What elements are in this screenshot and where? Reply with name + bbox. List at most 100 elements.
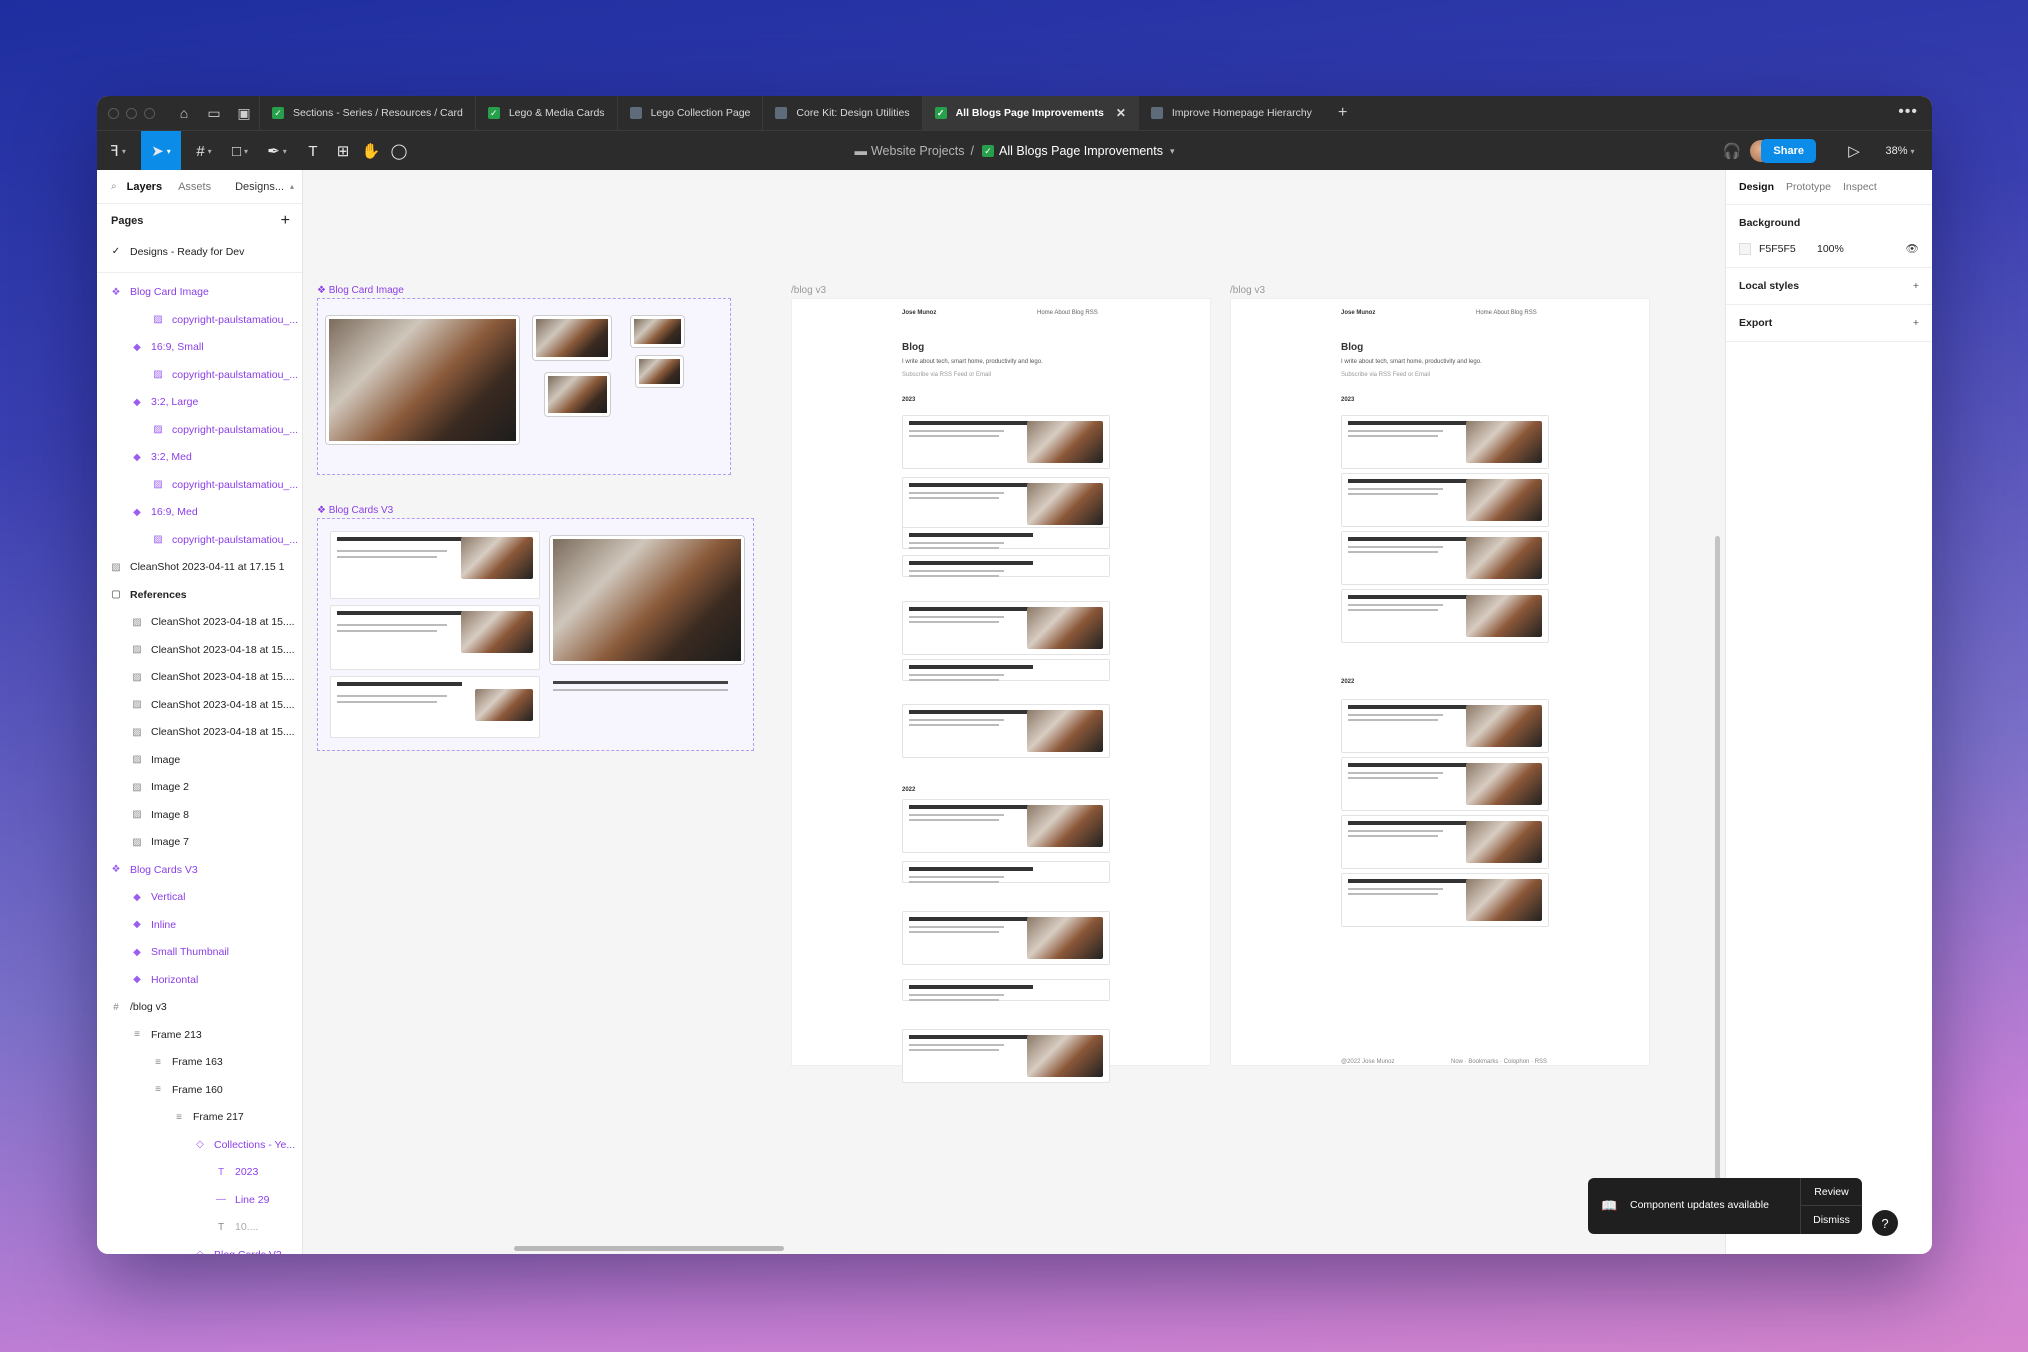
drafts-icon[interactable]: ▭ xyxy=(199,96,229,130)
layer-row[interactable]: ▨ Image 2 xyxy=(97,774,302,802)
canvas[interactable]: ❖ Blog Card Image ❖ Blog Cards V3 /blog … xyxy=(303,170,1725,1254)
horizontal-scrollbar[interactable] xyxy=(514,1246,784,1251)
blog-card[interactable] xyxy=(330,531,540,599)
tab-prototype[interactable]: Prototype xyxy=(1786,181,1831,193)
layer-row[interactable]: ◆ Small Thumbnail xyxy=(97,939,302,967)
eye-icon[interactable]: 👁 xyxy=(1906,242,1919,255)
layer-row[interactable]: — Line 29 xyxy=(97,1186,302,1214)
close-window-icon[interactable] xyxy=(108,107,119,119)
mock-blog-card[interactable] xyxy=(1341,757,1549,811)
layer-row[interactable]: ◆ 3:2, Large xyxy=(97,389,302,417)
maximize-window-icon[interactable] xyxy=(144,107,155,119)
image-small[interactable] xyxy=(533,316,611,360)
frame-label-blog-v3[interactable]: /blog v3 xyxy=(1230,285,1265,296)
layer-row[interactable]: T 2023 xyxy=(97,1159,302,1187)
layer-row[interactable]: ▨ CleanShot 2023-04-18 at 15.... xyxy=(97,719,302,747)
mock-blog-card[interactable] xyxy=(902,799,1110,853)
comment-tool-icon[interactable]: ◯ xyxy=(387,131,411,171)
mock-blog-card[interactable] xyxy=(1341,415,1549,469)
chevron-up-icon[interactable]: ▴ xyxy=(290,182,294,191)
mock-blog-card[interactable] xyxy=(902,477,1110,531)
tab-design[interactable]: Design xyxy=(1739,181,1774,193)
layer-row[interactable]: ▨ CleanShot 2023-04-18 at 15.... xyxy=(97,636,302,664)
layer-row[interactable]: T 10.... xyxy=(97,1214,302,1242)
more-icon[interactable]: ••• xyxy=(1898,103,1918,121)
minimize-window-icon[interactable] xyxy=(126,107,137,119)
frame-label-blog-card-image[interactable]: ❖ Blog Card Image xyxy=(317,285,404,296)
pen-tool-icon[interactable]: ✒ ▾ xyxy=(261,131,293,171)
mock-blog-card[interactable] xyxy=(902,659,1110,681)
tab-inspect[interactable]: Inspect xyxy=(1843,181,1877,193)
add-page-icon[interactable]: + xyxy=(281,212,290,230)
layer-row[interactable]: ❖ Blog Card Image xyxy=(97,279,302,307)
frame-label-blog-cards-v3[interactable]: ❖ Blog Cards V3 xyxy=(317,505,393,516)
component-set-blog-cards-v3[interactable] xyxy=(317,518,754,751)
audio-icon[interactable]: 🎧 xyxy=(1720,131,1744,171)
image-small[interactable] xyxy=(636,356,683,387)
mock-blog-card[interactable] xyxy=(902,1029,1110,1083)
layer-row[interactable]: ▨ Image 7 xyxy=(97,829,302,857)
add-style-icon[interactable]: + xyxy=(1913,280,1919,292)
main-menu-icon[interactable]: ꟻ ▾ xyxy=(103,131,133,171)
hand-tool-icon[interactable]: ✋ xyxy=(359,131,383,171)
present-icon[interactable]: ▷ xyxy=(1842,131,1866,171)
add-export-icon[interactable]: + xyxy=(1913,317,1919,329)
layer-row[interactable]: ◆ 16:9, Med xyxy=(97,499,302,527)
image-large[interactable] xyxy=(326,316,519,444)
dismiss-button[interactable]: Dismiss xyxy=(1800,1206,1862,1234)
home-icon[interactable]: ⌂ xyxy=(169,96,199,130)
tab-layers[interactable]: Layers xyxy=(127,181,162,193)
mock-blog-card[interactable] xyxy=(1341,699,1549,753)
tab-assets[interactable]: Assets xyxy=(178,181,211,193)
layer-row[interactable]: ◆ Horizontal xyxy=(97,966,302,994)
layer-row[interactable]: ▨ CleanShot 2023-04-18 at 15.... xyxy=(97,609,302,637)
mock-blog-card[interactable] xyxy=(1341,473,1549,527)
layer-row[interactable]: ◆ 3:2, Med xyxy=(97,444,302,472)
help-button[interactable]: ? xyxy=(1872,1210,1898,1236)
layer-row[interactable]: ▢ References xyxy=(97,581,302,609)
layer-row[interactable]: ▨ CleanShot 2023-04-18 at 15.... xyxy=(97,691,302,719)
layer-row[interactable]: # /blog v3 xyxy=(97,994,302,1022)
blog-card[interactable] xyxy=(330,605,540,670)
mock-blog-card[interactable] xyxy=(902,861,1110,883)
image-small[interactable] xyxy=(631,316,684,347)
share-button[interactable]: Share xyxy=(1761,139,1816,163)
image-medium[interactable] xyxy=(545,373,610,416)
layer-row[interactable]: ◆ Vertical xyxy=(97,884,302,912)
layer-row[interactable]: ◇ Collections - Ye... xyxy=(97,1131,302,1159)
layer-row[interactable]: ▨ Image 8 xyxy=(97,801,302,829)
tab-1[interactable]: ✓ Sections - Series / Resources / Card xyxy=(259,96,475,130)
layer-row[interactable]: ≡ Frame 217 xyxy=(97,1104,302,1132)
layer-row[interactable]: ◆ 16:9, Small xyxy=(97,334,302,362)
page-selector[interactable]: Designs... xyxy=(235,181,284,193)
mock-blog-card[interactable] xyxy=(902,704,1110,758)
background-opacity[interactable]: 100% xyxy=(1817,243,1844,255)
blog-card[interactable] xyxy=(330,676,540,738)
community-icon[interactable]: ▣ xyxy=(229,96,259,130)
project-name[interactable]: Website Projects xyxy=(871,144,965,158)
mock-blog-card[interactable] xyxy=(1341,873,1549,927)
close-tab-icon[interactable]: ✕ xyxy=(1116,106,1126,120)
image-large[interactable] xyxy=(550,536,744,664)
layer-row[interactable]: ▨ copyright-paulstamatiou_... xyxy=(97,361,302,389)
layer-row[interactable]: ◆ Inline xyxy=(97,911,302,939)
component-set-blog-card-image[interactable] xyxy=(317,298,731,475)
mock-blog-card[interactable] xyxy=(902,911,1110,965)
frame-blog-v3[interactable]: Jose Munoz Home About Blog RSS Blog I wr… xyxy=(791,298,1211,1083)
chevron-down-icon[interactable]: ▾ xyxy=(1170,146,1175,157)
layer-row[interactable]: ▨ CleanShot 2023-04-11 at 17.15 1 xyxy=(97,554,302,582)
zoom-menu[interactable]: 38% ▾ xyxy=(1878,131,1922,171)
frame-label-blog-v3[interactable]: /blog v3 xyxy=(791,285,826,296)
layer-row[interactable]: ≡ Frame 163 xyxy=(97,1049,302,1077)
layer-row[interactable]: ◇ Blog Cards V3 xyxy=(97,1241,302,1254)
layer-row[interactable]: ▨ Image xyxy=(97,746,302,774)
frame-blog-v3[interactable]: Jose Munoz Home About Blog RSS Blog I wr… xyxy=(1230,298,1650,1066)
mock-blog-card[interactable] xyxy=(902,555,1110,577)
layer-row[interactable]: ≡ Frame 160 xyxy=(97,1076,302,1104)
layer-row[interactable]: ▨ copyright-paulstamatiou_... xyxy=(97,306,302,334)
tab-3[interactable]: Lego Collection Page xyxy=(616,96,763,130)
shape-tool-icon[interactable]: □ ▾ xyxy=(225,131,255,171)
layer-row[interactable]: ▨ copyright-paulstamatiou_... xyxy=(97,471,302,499)
new-tab-icon[interactable]: + xyxy=(1338,104,1347,122)
tab-6[interactable]: Improve Homepage Hierarchy xyxy=(1137,96,1324,130)
